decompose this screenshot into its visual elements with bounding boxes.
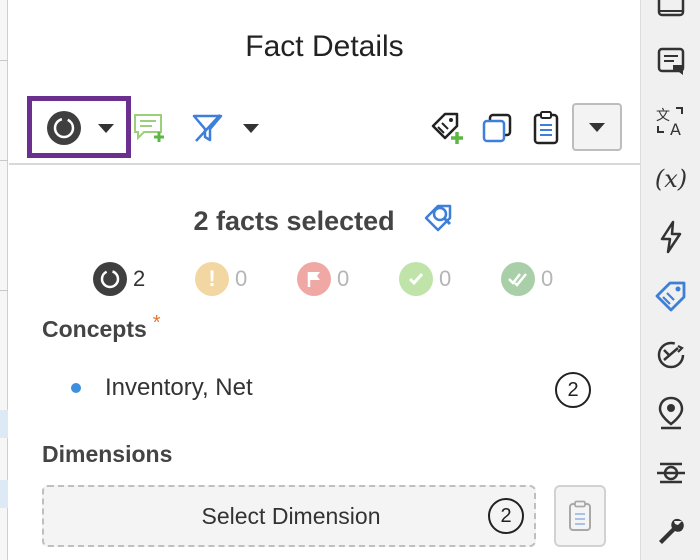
fact-details-panel: Fact Details 2 facts selected 2 ! 0 0 0 …: [9, 0, 640, 560]
required-marker: *: [152, 312, 161, 334]
clipboard-button[interactable]: [527, 108, 565, 148]
warning-status-icon: !: [195, 262, 229, 296]
status-counts: 2 ! 0 0 0 0: [9, 262, 640, 298]
concept-count-badge: 2: [555, 372, 591, 408]
chevron-down-icon: [243, 123, 259, 133]
select-dimension-label: Select Dimension: [201, 503, 381, 529]
copy-button[interactable]: [477, 108, 517, 148]
dimensions-heading: Dimensions: [42, 441, 173, 467]
status-count: 0: [337, 266, 350, 291]
grid-row-highlight: [0, 410, 8, 438]
status-count: 0: [541, 266, 554, 291]
search-tag-icon[interactable]: [422, 200, 456, 234]
right-sidebar: 文A (x): [640, 0, 700, 560]
clipboard-icon: [569, 500, 591, 531]
flag-status-icon: [297, 262, 331, 296]
toolbar-divider: [9, 163, 640, 165]
grid-line: [0, 290, 8, 291]
status-warning[interactable]: ! 0: [195, 262, 247, 296]
formula-label: (x): [654, 165, 688, 193]
dimension-clipboard-button[interactable]: [554, 485, 606, 547]
concepts-heading-label: Concepts: [42, 316, 147, 342]
facts-selected-text: 2 facts selected: [193, 206, 395, 236]
dimension-count-badge: 2: [488, 498, 524, 534]
copy-icon: [482, 113, 512, 143]
selection-summary: 2 facts selected: [9, 200, 640, 237]
add-comment-icon: [134, 114, 164, 142]
fact-toolbar: [9, 96, 640, 158]
status-dropdown-button[interactable]: [39, 110, 121, 146]
tab-icon[interactable]: [641, 0, 700, 30]
tag-icon[interactable]: [641, 272, 700, 322]
grid-line: [0, 160, 8, 161]
in-progress-status-icon: [93, 262, 127, 296]
grid-line: [0, 60, 8, 61]
lightning-icon[interactable]: [641, 212, 700, 262]
filter-icon: [192, 114, 223, 142]
in-progress-status-icon: [47, 111, 81, 145]
status-flagged[interactable]: 0: [297, 262, 349, 296]
more-options-dropdown-button[interactable]: [572, 103, 622, 151]
translate-icon[interactable]: 文A: [641, 96, 700, 146]
double-check-status-icon: [501, 262, 535, 296]
comment-icon[interactable]: [641, 36, 700, 86]
background-grid-edge: [0, 0, 8, 560]
chevron-down-icon: [589, 122, 605, 132]
add-tag-button[interactable]: [427, 108, 467, 148]
svg-text:A: A: [670, 120, 681, 138]
status-reviewed[interactable]: 0: [501, 262, 553, 296]
formula-icon[interactable]: (x): [641, 154, 700, 204]
status-count: 0: [439, 266, 452, 291]
chevron-down-icon: [98, 123, 114, 133]
location-pin-icon[interactable]: [641, 388, 700, 438]
check-status-icon: [399, 262, 433, 296]
status-in-progress[interactable]: 2: [93, 262, 145, 296]
panel-title: Fact Details: [245, 30, 404, 63]
svg-text:文: 文: [656, 108, 670, 124]
grid-row-highlight: [0, 480, 8, 508]
select-dimension-button[interactable]: Select Dimension 2: [42, 485, 536, 547]
wrench-icon[interactable]: [641, 506, 700, 556]
clipboard-icon: [533, 111, 559, 145]
status-approved[interactable]: 0: [399, 262, 451, 296]
concept-label: Inventory, Net: [105, 374, 253, 401]
shuffle-icon[interactable]: [641, 330, 700, 380]
concept-item[interactable]: Inventory, Net: [71, 374, 253, 402]
status-count: 2: [133, 266, 146, 291]
connector-icon[interactable]: [641, 448, 700, 498]
concepts-heading: Concepts *: [42, 312, 161, 343]
concept-bullet: [71, 383, 81, 393]
add-comment-button[interactable]: [129, 110, 169, 146]
add-tag-icon: [431, 112, 463, 144]
status-count: 0: [235, 266, 248, 291]
filter-dropdown-button[interactable]: [189, 110, 261, 146]
